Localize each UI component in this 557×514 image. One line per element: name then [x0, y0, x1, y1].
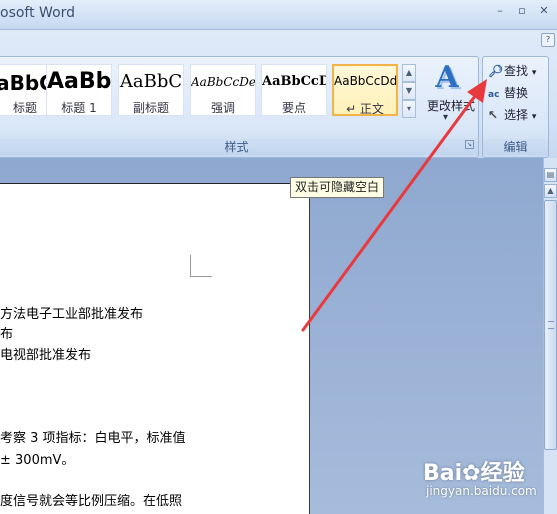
style-name: 副标题: [132, 101, 169, 115]
select-button[interactable]: ↖ 选择 ▾: [488, 106, 536, 123]
style-tile-emphasis[interactable]: AaBbCcDe 强调: [190, 64, 256, 116]
change-styles-icon: A: [435, 60, 459, 95]
style-tile-subtitle[interactable]: AaBbC 副标题: [118, 64, 184, 116]
change-styles-label: 更改样式: [426, 99, 475, 113]
scroll-thumb[interactable]: [544, 200, 557, 450]
scroll-grip-icon: [548, 321, 554, 329]
style-name: 强调: [210, 101, 235, 115]
find-dropdown-icon: ▾: [531, 68, 537, 78]
watermark-url: jingyan.baidu.com: [426, 484, 537, 498]
replace-label: 替换: [504, 86, 529, 100]
binoculars-icon: 🔎︎: [488, 64, 504, 78]
styles-dialog-launcher-icon[interactable]: ↘: [465, 140, 474, 149]
editing-group-label: 编辑: [483, 139, 548, 155]
margin-corner-mark: [190, 255, 212, 277]
document-line[interactable]: 布: [0, 323, 13, 342]
change-styles-button[interactable]: A 更改样式 ▾: [421, 60, 475, 124]
hide-whitespace-tooltip: 双击可隐藏空白: [290, 177, 385, 198]
document-line[interactable]: ± 300mV。: [0, 449, 74, 468]
gallery-up-icon[interactable]: ▲: [402, 64, 416, 82]
find-label: 查找: [504, 64, 529, 78]
document-line[interactable]: 电视部批准发布: [0, 344, 91, 363]
replace-icon: ac: [488, 90, 500, 100]
style-tile-strong[interactable]: AaBbCcD 要点: [261, 64, 327, 116]
scroll-up-icon[interactable]: ▲: [544, 184, 557, 198]
style-name: 标题 1: [61, 101, 97, 115]
watermark-logo: Bai✿经验: [423, 461, 525, 486]
minimize-button[interactable]: –: [491, 3, 509, 19]
ruler-toggle-icon[interactable]: ▤: [544, 168, 557, 182]
change-styles-dropdown-icon: ▾: [443, 112, 449, 123]
document-line[interactable]: 考察 3 项指标：白电平，标准值: [0, 427, 186, 446]
style-sample: AaBbCcD: [262, 74, 327, 89]
select-label: 选择: [504, 108, 529, 122]
window-title: osoft Word: [0, 5, 76, 21]
restore-button[interactable]: ▫: [513, 3, 531, 19]
gallery-more-icon[interactable]: ▾: [402, 100, 416, 118]
style-tile-heading-1[interactable]: AaBb 标题 1: [46, 64, 112, 116]
styles-gallery-scroll: ▲ ▼ ▾: [402, 64, 416, 118]
style-tile-normal[interactable]: AaBbCcDd ↵ 正文: [332, 64, 398, 116]
find-button[interactable]: 🔎︎查找 ▾: [488, 62, 536, 79]
gallery-down-icon[interactable]: ▼: [402, 82, 416, 100]
document-line[interactable]: 方法电子工业部批准发布: [0, 303, 143, 322]
select-dropdown-icon: ▾: [531, 112, 537, 122]
style-sample: AaBbCcDd: [334, 74, 398, 88]
style-sample: AaBb: [47, 69, 112, 94]
title-bar: osoft Word – ▫ ✕: [0, 0, 557, 30]
style-name: 要点: [281, 101, 306, 115]
style-name: ↵ 正文: [346, 102, 384, 116]
baidu-jingyan-watermark: Bai✿经验 jingyan.baidu.com: [423, 455, 557, 511]
cursor-icon: ↖: [488, 108, 499, 122]
replace-button[interactable]: ac 替换: [488, 84, 528, 101]
document-line[interactable]: 度信号就会等比例压缩。在低照: [0, 490, 182, 509]
help-icon[interactable]: ?: [541, 33, 555, 47]
style-sample: AaBbCcDe: [191, 75, 256, 89]
styles-group-label: 样式: [0, 139, 478, 155]
style-sample: AaBbC: [119, 71, 183, 92]
close-button[interactable]: ✕: [535, 3, 553, 19]
